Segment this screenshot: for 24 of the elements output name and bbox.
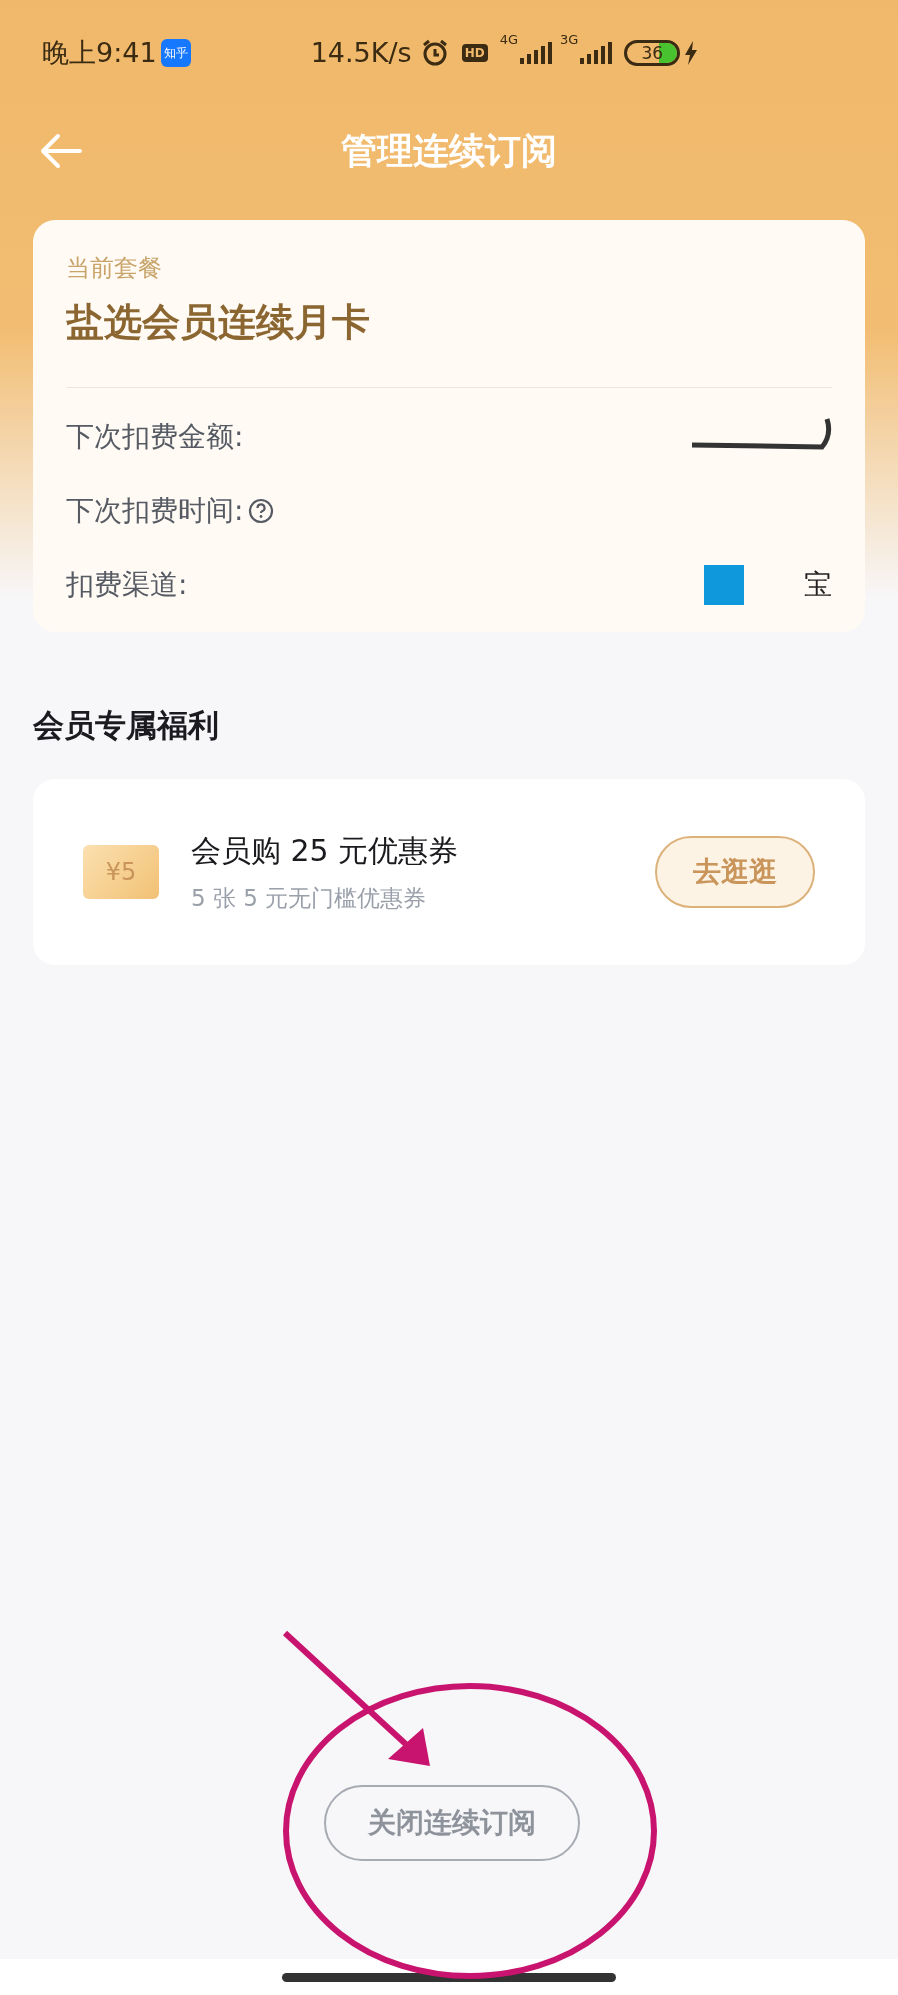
row-label: 下次扣费金额: <box>66 419 244 455</box>
benefit-title: 会员购 25 元优惠券 <box>191 831 459 870</box>
row-label: 下次扣费时间: <box>66 493 244 529</box>
go-button[interactable]: 去逛逛 <box>655 835 815 908</box>
hd-badge: HD <box>461 44 488 62</box>
row-label: 扣费渠道: <box>66 567 188 603</box>
status-time: 晚上9:41 <box>42 35 157 70</box>
coupon-icon: ¥5 <box>83 844 159 899</box>
network-type: 3G <box>560 31 579 49</box>
plan-label: 当前套餐 <box>66 253 163 284</box>
app-badge: 知乎 <box>160 39 191 67</box>
close-subscription-button[interactable]: 关闭连续订阅 <box>324 1785 580 1861</box>
network-type: 4G <box>499 31 518 49</box>
signal-icon <box>518 40 552 66</box>
payment-icon <box>704 565 744 605</box>
section-title: 会员专属福利 <box>33 706 220 745</box>
charging-icon <box>684 41 699 65</box>
benefit-subtitle: 5 张 5 元无门槛优惠券 <box>191 883 428 913</box>
page-title: 管理连续订阅 <box>341 129 557 173</box>
channel-value: 宝 <box>804 567 832 603</box>
signal-icon <box>578 40 613 66</box>
network-speed: 14.5K/s <box>310 35 412 70</box>
help-icon[interactable] <box>247 497 276 525</box>
plan-name: 盐选会员连续月卡 <box>66 299 371 346</box>
